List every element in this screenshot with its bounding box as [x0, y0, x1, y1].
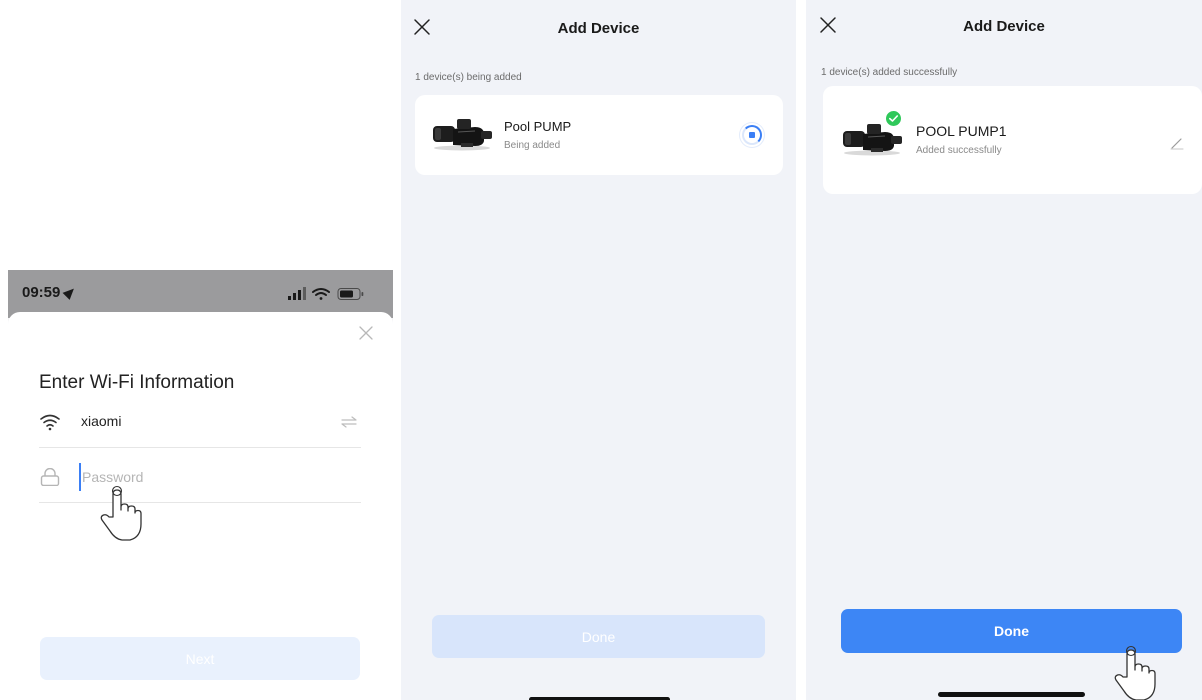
pool-pump-image [433, 119, 492, 151]
done-button[interactable]: Done [841, 609, 1182, 653]
wifi-sheet: Enter Wi-Fi Information xiaomi Password … [8, 312, 393, 700]
battery-icon [337, 288, 364, 300]
done-button[interactable]: Done [432, 615, 765, 658]
device-name: Pool PUMP [504, 119, 572, 134]
page-title: Add Device [963, 18, 1045, 35]
page-title: Enter Wi-Fi Information [39, 372, 235, 393]
device-status: Being added [504, 140, 561, 151]
loading-spinner-icon [740, 123, 764, 147]
wifi-icon [40, 414, 60, 431]
close-icon[interactable] [357, 324, 375, 342]
ssid-field[interactable]: xiaomi [39, 396, 361, 448]
next-button[interactable]: Next [40, 637, 360, 680]
device-card[interactable]: Pool PUMP Being added [415, 95, 783, 175]
status-time: 09:59 [22, 284, 78, 301]
ssid-value: xiaomi [81, 413, 122, 429]
check-badge-icon [884, 109, 903, 128]
adding-status-text: 1 device(s) being added [415, 72, 522, 83]
wifi-info-screen: 09:59 Enter Wi-Fi Information xiaomi Pas… [8, 270, 393, 700]
device-card[interactable]: POOL PUMP1 Added successfully [823, 86, 1202, 194]
location-arrow-icon [62, 285, 78, 300]
adding-device-screen: Add Device 1 device(s) being added Pool … [401, 0, 796, 700]
device-status: Added successfully [916, 145, 1002, 156]
cellular-signal-icon [288, 287, 306, 300]
swap-icon[interactable] [341, 416, 357, 428]
top-bar: Add Device [806, 0, 1202, 58]
page-title: Add Device [557, 20, 640, 37]
top-bar: Add Device [401, 0, 796, 58]
wifi-icon [312, 288, 330, 300]
password-field[interactable] [39, 451, 361, 503]
password-input[interactable] [79, 463, 349, 491]
spinner-dot [749, 132, 755, 138]
home-indicator[interactable] [938, 692, 1085, 697]
device-name: POOL PUMP1 [916, 123, 1007, 139]
added-status-text: 1 device(s) added successfully [821, 67, 958, 78]
edit-pencil-icon[interactable] [1170, 136, 1184, 150]
lock-icon [40, 468, 60, 486]
status-bar: 09:59 [8, 270, 393, 318]
status-icons [288, 287, 364, 300]
check-mark-icon [889, 115, 898, 122]
added-device-screen: Add Device 1 device(s) added successfull… [806, 0, 1202, 700]
